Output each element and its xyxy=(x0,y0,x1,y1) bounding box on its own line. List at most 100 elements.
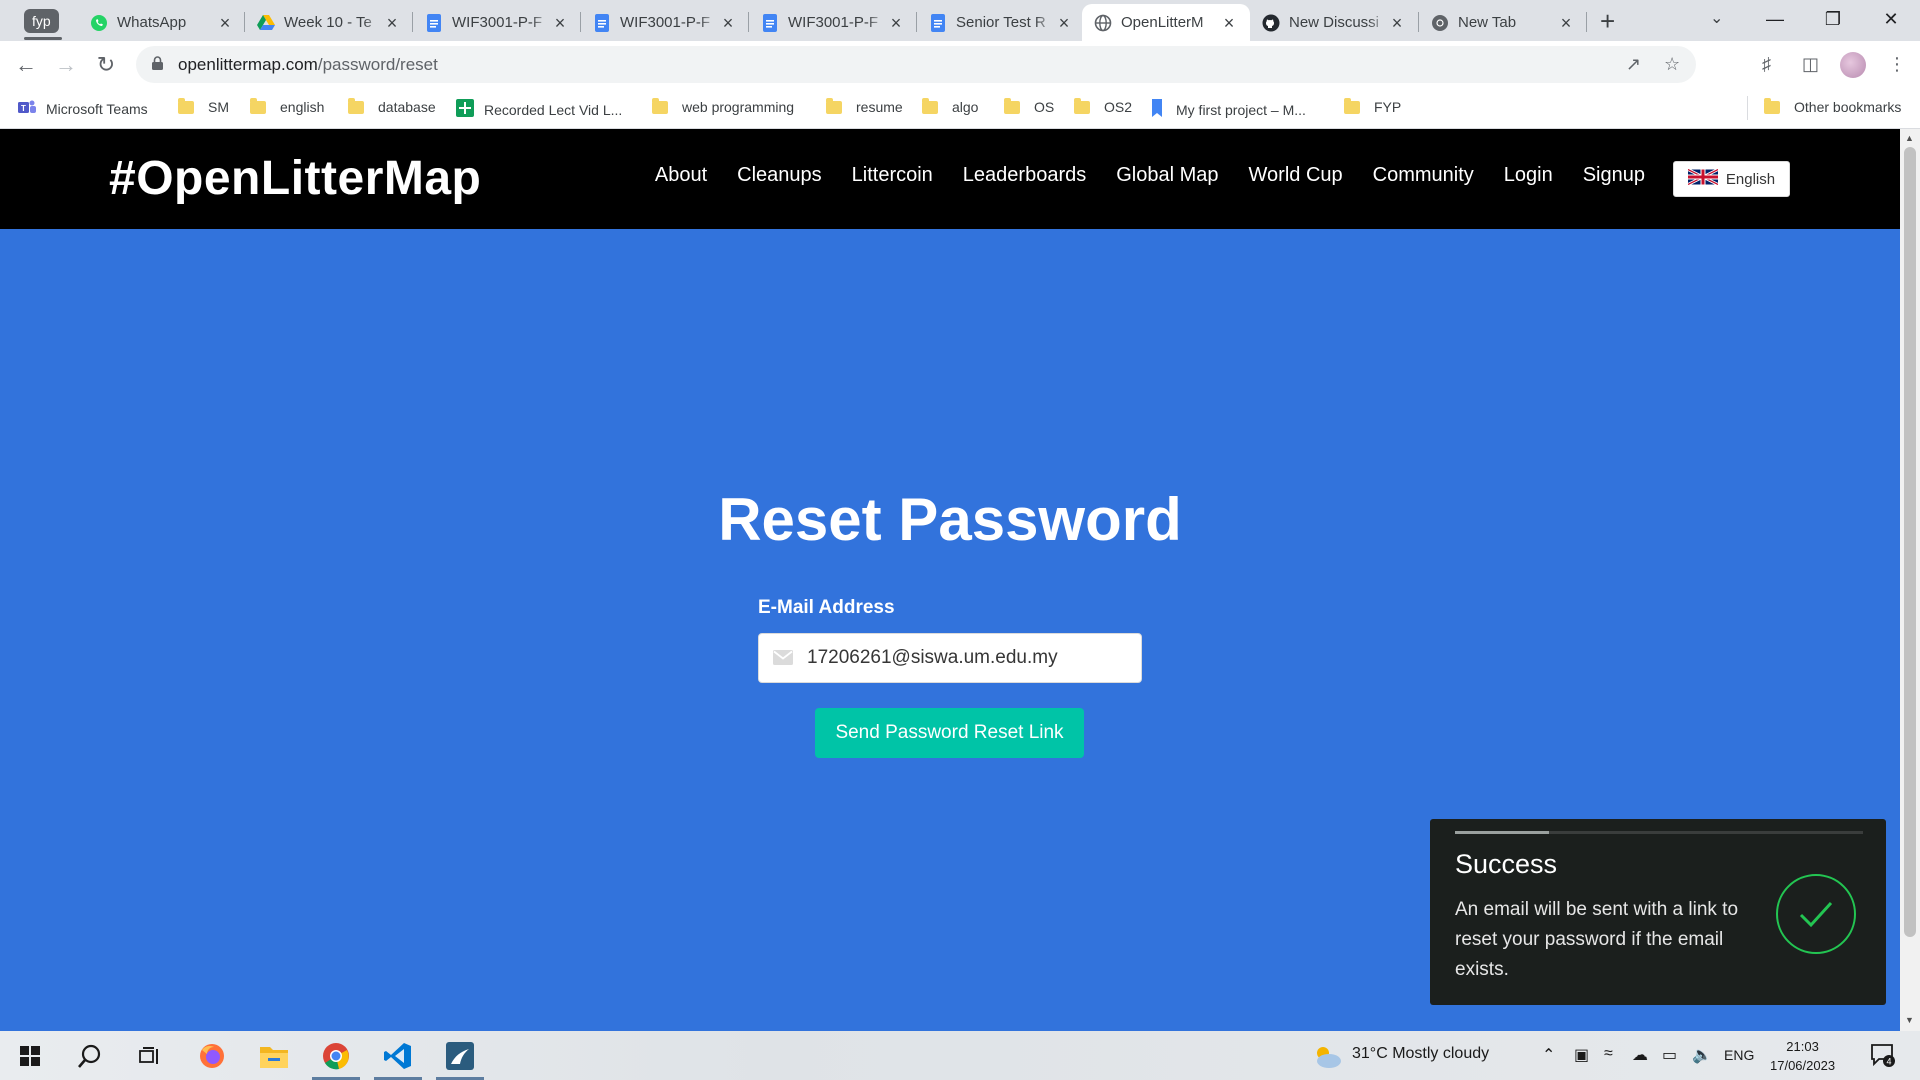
scroll-up-icon[interactable]: ▲ xyxy=(1905,133,1914,143)
email-input[interactable] xyxy=(807,634,1127,682)
site-logo[interactable]: #OpenLitterMap xyxy=(109,151,481,206)
partly-cloudy-icon[interactable] xyxy=(1310,1043,1344,1074)
system-clock[interactable]: 21:03 17/06/2023 xyxy=(1770,1037,1835,1075)
meet-now-icon[interactable]: ▣ xyxy=(1574,1045,1589,1065)
bookmark-folder[interactable]: OS xyxy=(1004,97,1054,115)
scroll-down-icon[interactable]: ▼ xyxy=(1905,1015,1914,1025)
forward-arrow-icon[interactable]: → xyxy=(50,49,82,81)
extensions-puzzle-icon[interactable]: ♯ xyxy=(1762,54,1771,75)
nav-community[interactable]: Community xyxy=(1373,164,1474,187)
browser-tab[interactable]: WIF3001-P-F × xyxy=(581,4,749,41)
mysql-workbench-icon[interactable] xyxy=(432,1031,488,1080)
bookmark-item[interactable]: My first project – M... xyxy=(1152,99,1306,120)
close-tab-icon[interactable]: × xyxy=(1388,14,1406,32)
nav-littercoin[interactable]: Littercoin xyxy=(852,164,933,187)
bookmark-star-icon[interactable]: ☆ xyxy=(1664,54,1680,75)
other-bookmarks-folder[interactable]: Other bookmarks xyxy=(1764,97,1901,115)
bookmark-folder[interactable]: OS2 xyxy=(1074,97,1132,115)
google-docs-icon xyxy=(425,13,443,32)
share-icon[interactable]: ↗ xyxy=(1626,54,1641,75)
folder-icon xyxy=(922,97,938,114)
browser-tab[interactable]: Senior Test R × xyxy=(917,4,1085,41)
bookmark-item[interactable]: T Microsoft Teams xyxy=(18,99,148,118)
folder-icon xyxy=(652,97,668,114)
chrome-taskbar-icon[interactable] xyxy=(308,1031,364,1080)
language-selector[interactable]: English xyxy=(1673,161,1790,197)
notification-center-icon[interactable]: 4 xyxy=(1870,1042,1896,1073)
volume-icon[interactable]: 🔈 xyxy=(1692,1045,1712,1065)
bookmark-item[interactable]: Recorded Lect Vid L... xyxy=(456,99,622,120)
tab-group-chip[interactable]: fyp xyxy=(24,9,59,33)
close-tab-icon[interactable]: × xyxy=(1220,14,1238,32)
wifi-icon[interactable]: ≈ xyxy=(1604,1045,1613,1063)
bookmark-folder[interactable]: FYP xyxy=(1344,97,1401,115)
close-tab-icon[interactable]: × xyxy=(383,14,401,32)
browser-tab[interactable]: WIF3001-P-F × xyxy=(749,4,917,41)
site-navbar: #OpenLitterMap About Cleanups Littercoin… xyxy=(0,129,1900,229)
profile-avatar[interactable] xyxy=(1840,52,1866,78)
weather-text[interactable]: 31°C Mostly cloudy xyxy=(1352,1045,1489,1063)
bookmark-folder[interactable]: database xyxy=(348,97,436,115)
nav-leaderboards[interactable]: Leaderboards xyxy=(963,164,1086,187)
bookmark-folder[interactable]: english xyxy=(250,97,324,115)
chrome-icon xyxy=(1431,14,1449,32)
back-arrow-icon[interactable]: ← xyxy=(10,49,42,81)
browser-tab-active[interactable]: OpenLitterM × xyxy=(1082,4,1250,41)
success-toast[interactable]: Success An email will be sent with a lin… xyxy=(1430,819,1886,1005)
toast-title: Success xyxy=(1455,849,1558,879)
nav-world-cup[interactable]: World Cup xyxy=(1249,164,1343,187)
vscode-icon[interactable] xyxy=(370,1031,426,1080)
send-reset-link-button[interactable]: Send Password Reset Link xyxy=(815,708,1084,758)
search-icon[interactable] xyxy=(62,1031,118,1080)
success-check-icon xyxy=(1775,873,1857,960)
close-tab-icon[interactable]: × xyxy=(1055,14,1073,32)
windows-taskbar: 31°C Mostly cloudy ⌃ ▣ ≈ ☁ ▭ 🔈 ENG 21:03… xyxy=(0,1031,1920,1080)
windows-start-icon[interactable] xyxy=(2,1031,58,1080)
chevron-up-icon[interactable]: ⌃ xyxy=(1542,1045,1555,1065)
bookmark-folder[interactable]: web programming xyxy=(652,97,794,115)
uk-flag-icon xyxy=(1687,168,1719,189)
folder-icon xyxy=(1764,97,1780,114)
more-menu-icon[interactable]: ⋮ xyxy=(1888,54,1906,75)
bookmark-folder[interactable]: resume xyxy=(826,97,903,115)
task-view-icon[interactable] xyxy=(122,1031,178,1080)
browser-tab[interactable]: WhatsApp × xyxy=(78,4,246,41)
nav-about[interactable]: About xyxy=(655,164,707,187)
folder-icon xyxy=(250,97,266,114)
scrollbar-thumb[interactable] xyxy=(1904,147,1916,937)
close-tab-icon[interactable]: × xyxy=(216,14,234,32)
firefox-icon[interactable] xyxy=(184,1031,240,1080)
close-tab-icon[interactable]: × xyxy=(1557,14,1575,32)
browser-tab[interactable]: Week 10 - Te × xyxy=(245,4,413,41)
close-tab-icon[interactable]: × xyxy=(887,14,905,32)
minimize-icon[interactable]: — xyxy=(1752,4,1798,34)
browser-tab[interactable]: New Tab × xyxy=(1419,4,1587,41)
restore-icon[interactable]: ❐ xyxy=(1810,4,1856,34)
reload-icon[interactable]: ↻ xyxy=(90,49,122,81)
close-tab-icon[interactable]: × xyxy=(719,14,737,32)
close-tab-icon[interactable]: × xyxy=(551,14,569,32)
browser-tab[interactable]: New Discussi × xyxy=(1250,4,1418,41)
page-scrollbar[interactable]: ▲ ▼ xyxy=(1900,129,1920,1031)
onedrive-cloud-icon[interactable]: ☁ xyxy=(1632,1045,1648,1065)
bookmark-folder[interactable]: algo xyxy=(922,97,978,115)
google-docs-icon xyxy=(761,13,779,32)
nav-login[interactable]: Login xyxy=(1504,164,1553,187)
nav-signup[interactable]: Signup xyxy=(1583,164,1645,187)
nav-global-map[interactable]: Global Map xyxy=(1116,164,1218,187)
input-language[interactable]: ENG xyxy=(1724,1047,1754,1063)
file-explorer-icon[interactable] xyxy=(246,1031,302,1080)
battery-icon[interactable]: ▭ xyxy=(1662,1045,1677,1065)
chevron-down-icon[interactable]: ⌄ xyxy=(1710,8,1723,28)
browser-tab[interactable]: WIF3001-P-F × xyxy=(413,4,581,41)
microsoft-teams-icon: T xyxy=(18,99,36,118)
close-window-icon[interactable]: ✕ xyxy=(1868,4,1914,34)
side-panel-icon[interactable]: ◫ xyxy=(1802,54,1819,75)
folder-icon xyxy=(1074,97,1090,114)
bookmark-folder[interactable]: SM xyxy=(178,97,229,115)
nav-cleanups[interactable]: Cleanups xyxy=(737,164,822,187)
lock-icon xyxy=(152,56,163,75)
folder-icon xyxy=(348,97,364,114)
address-bar[interactable]: openlittermap.com/password/reset ↗ ☆ xyxy=(136,46,1696,83)
new-tab-icon[interactable]: + xyxy=(1600,8,1615,34)
